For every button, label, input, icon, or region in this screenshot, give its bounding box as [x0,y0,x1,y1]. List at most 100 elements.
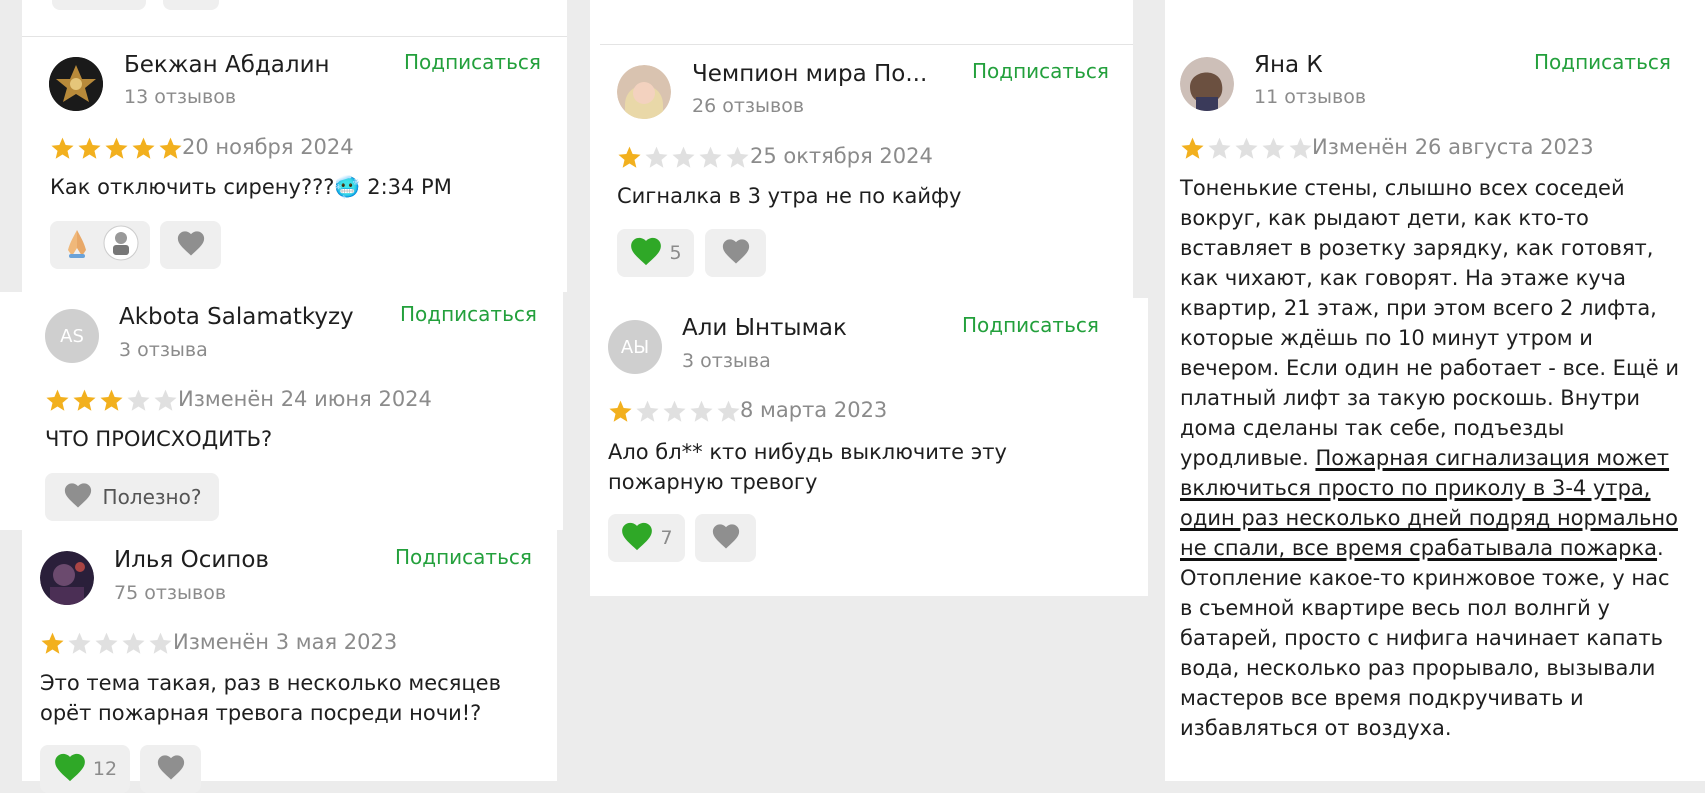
review-text: Как отключить сирену???🥶 2:34 PM [50,175,452,199]
reaction-button[interactable] [50,221,150,269]
review-text: ЧТО ПРОИСХОДИТЬ? [45,427,273,451]
reviewer-name[interactable]: Али Ынтымак [682,315,847,341]
avatar[interactable] [1180,57,1234,111]
review-date: Изменён 3 мая 2023 [173,630,398,654]
useful-button[interactable]: Полезно? [45,473,219,521]
star-icon [73,389,96,411]
partial-button[interactable] [163,0,219,10]
subscribe-button[interactable]: Подписаться [404,50,541,74]
heart-icon [176,229,206,261]
star-icon [663,400,686,422]
divider [22,36,567,37]
avatar[interactable]: АЫ [608,320,662,374]
review-count: 3 отзыва [682,350,771,372]
like-button[interactable]: 12 [40,745,130,793]
sticker-icon [102,224,140,266]
review-date: 25 октября 2024 [750,144,933,168]
review-date: 8 марта 2023 [740,398,888,422]
star-icon [726,146,749,168]
star-icon [618,146,641,168]
like-button[interactable]: 5 [617,229,694,277]
star-icon [1208,137,1231,159]
heart-icon [620,520,654,556]
review-count: 26 отзывов [692,95,805,117]
star-rating [45,386,180,414]
star-rating [617,143,752,171]
star-rating [50,134,185,162]
star-rating [1180,134,1315,162]
reviewer-name[interactable]: Чемпион мира По... [692,61,927,87]
star-icon [149,632,172,654]
like-button[interactable] [160,221,221,269]
praying-hands-icon [60,226,94,264]
reviewer-name[interactable]: Бекжан Абдалин [124,52,330,78]
like-count: 12 [92,758,118,780]
star-rating [40,629,175,657]
subscribe-button[interactable]: Подписаться [972,59,1109,83]
review-count: 3 отзыва [119,339,208,361]
star-icon [717,400,740,422]
reviewer-name[interactable]: Akbota Salamatkyzy [119,304,354,330]
heart-icon [156,753,186,785]
star-icon [636,400,659,422]
star-icon [609,400,632,422]
review-count: 75 отзывов [114,582,227,604]
star-icon [1289,137,1312,159]
star-icon [690,400,713,422]
review-count: 13 отзывов [124,86,237,108]
star-icon [672,146,695,168]
review-text: Сигналка в 3 утра не по кайфу [617,184,962,208]
partial-button[interactable] [52,0,146,10]
star-icon [51,137,74,159]
reviewer-name[interactable]: Яна К [1254,52,1323,78]
subscribe-button[interactable]: Подписаться [400,302,537,326]
divider [600,44,1133,45]
heart-icon [721,237,751,269]
star-icon [699,146,722,168]
star-icon [1235,137,1258,159]
avatar-initials: АЫ [620,336,650,358]
review-date: 20 ноября 2024 [182,135,354,159]
avatar-initials: AS [60,325,84,347]
avatar[interactable] [49,57,103,111]
avatar[interactable] [40,551,94,605]
heart-icon [711,522,741,554]
subscribe-button[interactable]: Подписаться [1534,50,1671,74]
review-count: 11 отзывов [1254,86,1367,108]
avatar[interactable]: AS [45,309,99,363]
like-count: 5 [669,242,682,264]
useful-label: Полезно? [102,485,202,509]
star-icon [122,632,145,654]
review-date: Изменён 24 июня 2024 [178,387,432,411]
subscribe-button[interactable]: Подписаться [395,545,532,569]
review-text-part: Тоненькие стены, слышно всех соседей вок… [1180,176,1679,470]
star-icon [132,137,155,159]
star-icon [154,389,177,411]
star-icon [78,137,101,159]
heart-icon [63,481,93,513]
star-icon [100,389,123,411]
heart-icon [629,235,663,271]
star-icon [41,632,64,654]
star-icon [127,389,150,411]
subscribe-button[interactable]: Подписаться [962,313,1099,337]
star-rating [608,397,743,425]
star-icon [68,632,91,654]
like-button[interactable] [705,229,766,277]
star-icon [1181,137,1204,159]
review-text: Ало бл** кто нибудь выключите эту пожарн… [608,440,1007,494]
star-icon [645,146,668,168]
like-button[interactable]: 7 [608,514,685,562]
like-count: 7 [660,527,673,549]
like-button[interactable] [140,745,201,793]
review-text-part: . Отопление какое-то кринжовое тоже, у н… [1180,536,1670,740]
avatar[interactable] [617,65,671,119]
star-icon [1262,137,1285,159]
review-text: Тоненькие стены, слышно всех соседей вок… [1180,173,1680,743]
star-icon [46,389,69,411]
star-icon [95,632,118,654]
like-button[interactable] [695,514,756,562]
reviewer-name[interactable]: Илья Осипов [114,547,269,573]
star-icon [159,137,182,159]
star-icon [105,137,128,159]
